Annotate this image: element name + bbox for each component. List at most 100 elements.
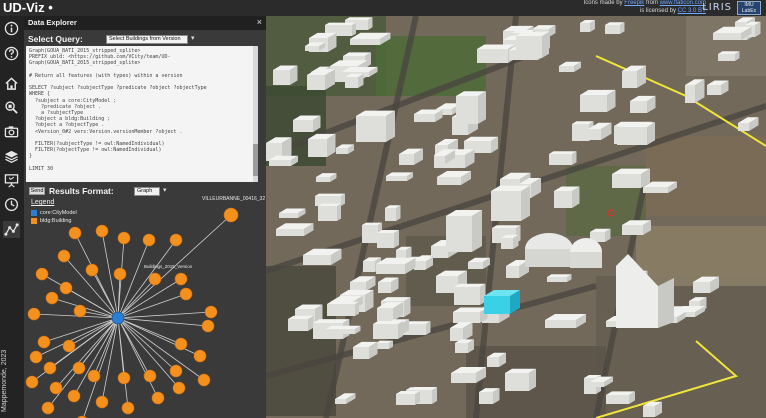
building-node[interactable] xyxy=(169,233,183,247)
building-3d[interactable] xyxy=(293,115,321,133)
building-3d[interactable] xyxy=(345,73,364,88)
building-3d[interactable] xyxy=(456,91,486,124)
building-3d[interactable] xyxy=(373,321,403,339)
building-3d[interactable] xyxy=(273,65,298,86)
home-button[interactable] xyxy=(3,75,20,92)
building-3d[interactable] xyxy=(580,89,616,112)
search-buildings-button[interactable] xyxy=(3,99,20,116)
help-button[interactable] xyxy=(3,45,20,62)
building-3d[interactable] xyxy=(605,22,625,34)
building-3d[interactable] xyxy=(326,325,361,334)
building-node[interactable] xyxy=(43,361,57,375)
city-model-node[interactable] xyxy=(111,311,125,325)
editor-scroll-thumb[interactable] xyxy=(253,144,258,176)
building-node[interactable] xyxy=(151,391,165,405)
building-3d[interactable] xyxy=(376,340,393,349)
building-3d[interactable] xyxy=(308,133,336,157)
freepik-link[interactable]: Freepik xyxy=(624,0,644,6)
presentation-button[interactable] xyxy=(3,172,20,189)
building-3d[interactable] xyxy=(446,210,482,252)
building-3d[interactable] xyxy=(718,51,740,61)
building-3d[interactable] xyxy=(606,391,635,404)
building-node[interactable] xyxy=(95,395,109,409)
building-3d[interactable] xyxy=(549,151,577,165)
building-node[interactable] xyxy=(27,307,41,321)
city-3d-view[interactable] xyxy=(266,16,766,418)
building-node[interactable] xyxy=(73,304,87,318)
building-node[interactable] xyxy=(59,281,73,295)
building-3d[interactable] xyxy=(327,301,359,316)
building-3d[interactable] xyxy=(396,391,420,405)
building-node[interactable] xyxy=(95,224,109,238)
building-node[interactable] xyxy=(45,291,59,305)
building-node[interactable] xyxy=(174,272,188,286)
building-3d[interactable] xyxy=(617,122,655,145)
building-node[interactable] xyxy=(117,371,131,385)
camera-button[interactable] xyxy=(3,123,20,140)
query-select[interactable]: Select Buildings from Version xyxy=(106,35,188,44)
building-3d[interactable] xyxy=(501,234,519,249)
building-node[interactable] xyxy=(148,272,162,286)
building-node[interactable] xyxy=(41,401,55,415)
send-button[interactable]: Send xyxy=(29,187,45,195)
chevron-down-icon[interactable]: ▾ xyxy=(163,186,167,194)
results-format-select[interactable]: Graph xyxy=(134,187,160,196)
building-node[interactable] xyxy=(174,337,188,351)
close-icon[interactable]: × xyxy=(257,17,262,27)
building-node[interactable] xyxy=(179,287,193,301)
chevron-down-icon[interactable]: ▾ xyxy=(191,34,195,42)
building-node[interactable] xyxy=(85,263,99,277)
building-3d[interactable] xyxy=(288,315,314,331)
building-node[interactable] xyxy=(72,361,86,375)
building-3d[interactable] xyxy=(547,274,572,282)
building-node[interactable] xyxy=(35,267,49,281)
building-3d[interactable] xyxy=(318,203,341,221)
graph-button[interactable] xyxy=(3,221,20,238)
building-3d[interactable] xyxy=(505,368,536,391)
building-node[interactable] xyxy=(67,389,81,403)
building-3d[interactable] xyxy=(491,185,530,221)
building-node[interactable] xyxy=(204,305,218,319)
building-node[interactable] xyxy=(117,231,131,245)
info-button[interactable] xyxy=(3,20,20,37)
building-node[interactable] xyxy=(193,349,207,363)
building-3d[interactable] xyxy=(453,307,488,324)
building-node[interactable] xyxy=(121,401,135,415)
building-3d[interactable] xyxy=(479,388,500,404)
building-3d[interactable] xyxy=(455,339,474,353)
building-node[interactable] xyxy=(113,267,127,281)
temporal-button[interactable] xyxy=(3,196,20,213)
building-node[interactable] xyxy=(197,373,211,387)
building-3d[interactable] xyxy=(554,186,580,209)
query-text[interactable]: Graph(GOUA_BATI_2015_stripped_splite> PR… xyxy=(29,48,207,172)
building-3d[interactable] xyxy=(484,290,520,314)
building-3d[interactable] xyxy=(580,20,595,32)
building-3d[interactable] xyxy=(612,168,650,188)
building-3d[interactable] xyxy=(385,205,401,221)
building-node[interactable] xyxy=(87,369,101,383)
building-node[interactable] xyxy=(201,319,215,333)
building-3d[interactable] xyxy=(454,283,486,305)
editor-scrollbar[interactable] xyxy=(253,46,258,182)
layers-button[interactable] xyxy=(3,148,20,165)
building-node[interactable] xyxy=(169,364,183,378)
building-node[interactable] xyxy=(25,375,39,389)
building-node[interactable] xyxy=(143,369,157,383)
flaticon-link[interactable]: www.flaticon.com xyxy=(660,0,706,6)
building-node[interactable] xyxy=(223,207,239,223)
building-3d[interactable] xyxy=(622,220,651,235)
building-3d[interactable] xyxy=(622,65,646,88)
building-3d[interactable] xyxy=(516,31,549,58)
building-node[interactable] xyxy=(29,350,43,364)
building-node[interactable] xyxy=(57,249,71,263)
building-node[interactable] xyxy=(142,233,156,247)
building-node[interactable] xyxy=(172,381,186,395)
building-3d[interactable] xyxy=(356,110,395,142)
building-node[interactable] xyxy=(49,381,63,395)
building-node[interactable] xyxy=(68,226,82,240)
building-node[interactable] xyxy=(62,339,76,353)
query-editor[interactable]: Graph(GOUA_BATI_2015_stripped_splite> PR… xyxy=(26,46,258,182)
building-node[interactable] xyxy=(37,335,51,349)
building-3d[interactable] xyxy=(386,172,413,181)
building-3d[interactable] xyxy=(377,230,399,248)
